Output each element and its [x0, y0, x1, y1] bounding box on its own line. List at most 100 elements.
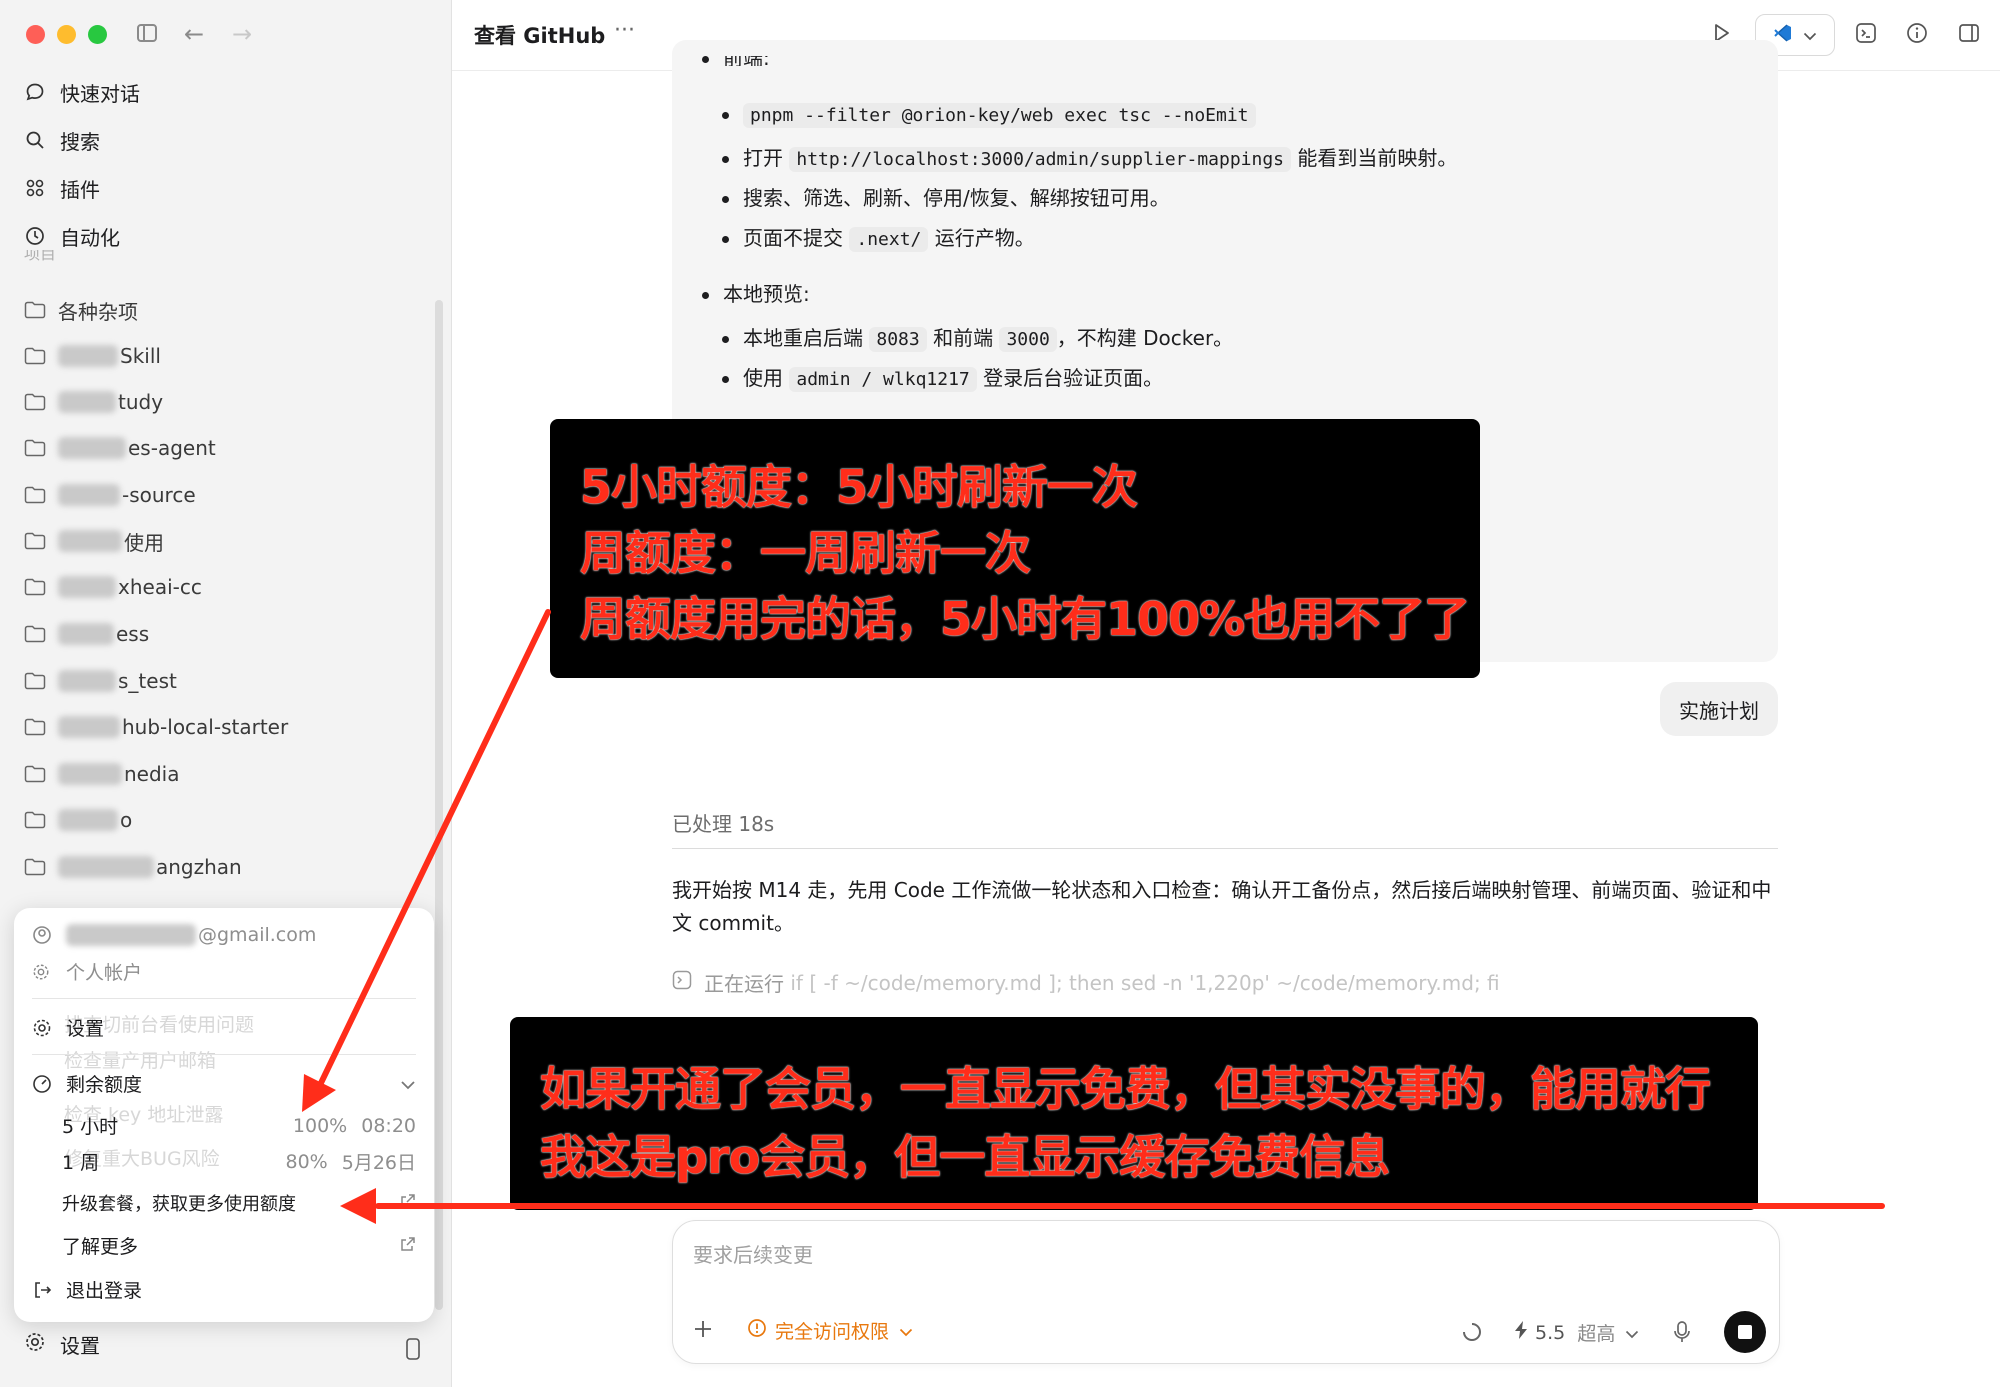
stop-icon — [1738, 1325, 1752, 1339]
stop-button[interactable] — [1724, 1311, 1766, 1353]
project-item[interactable]: xheai-cc — [24, 568, 202, 606]
folder-icon — [24, 625, 46, 643]
nav-label: 插件 — [60, 177, 100, 202]
lightning-icon — [1513, 1320, 1529, 1345]
redacted-text — [58, 809, 118, 831]
menu-settings[interactable]: 设置 — [32, 1014, 416, 1041]
folder-icon — [24, 578, 46, 596]
learn-more-row[interactable]: 了解更多 — [62, 1232, 416, 1259]
prompt-input[interactable]: 要求后续变更 — [693, 1239, 813, 1268]
project-item[interactable]: ess — [24, 615, 149, 653]
quota-reset: 5月26日 — [341, 1152, 416, 1174]
project-item[interactable]: tudy — [24, 383, 163, 421]
quota-label: 1 周 — [62, 1152, 100, 1174]
quota-percent: 80% — [285, 1150, 328, 1173]
list-item: 使用 admin / wlkq1217 登录后台验证页面。 — [722, 362, 1163, 392]
remaining-quota-toggle[interactable]: 剩余额度 — [32, 1070, 416, 1097]
project-item[interactable]: s_test — [24, 662, 177, 700]
menu-settings-label: 设置 — [66, 1018, 105, 1040]
remaining-quota-label: 剩余额度 — [66, 1074, 143, 1096]
chevron-down-icon — [400, 1073, 416, 1095]
list-item: 打开 http://localhost:3000/admin/supplier-… — [722, 142, 1457, 172]
zoom-window-button[interactable] — [88, 25, 107, 44]
redacted-text — [58, 484, 120, 506]
model-selector[interactable]: 5.5 超高 — [1513, 1319, 1639, 1346]
learn-more-label: 了解更多 — [62, 1236, 139, 1258]
sidebar-toggle-icon[interactable] — [136, 22, 158, 48]
folder-icon — [24, 672, 46, 690]
project-name: nedia — [124, 762, 180, 786]
project-item[interactable]: hub-local-starter — [24, 708, 288, 746]
sidebar-scrollbar[interactable] — [435, 300, 443, 1310]
project-name: xheai-cc — [118, 575, 202, 599]
upgrade-label: 升级套餐，获取更多使用额度 — [62, 1194, 296, 1215]
terminal-icon[interactable] — [1855, 22, 1877, 48]
gear-icon — [32, 963, 54, 981]
upgrade-plan-row[interactable]: 升级套餐，获取更多使用额度 — [62, 1190, 416, 1216]
project-item[interactable]: o — [24, 801, 132, 839]
list-item: 本地重启后端 8083 和前端 3000 ，不构建 Docker。 — [722, 322, 1233, 352]
project-name: angzhan — [156, 855, 242, 879]
settings-label: 设置 — [60, 1334, 100, 1358]
project-item[interactable]: nedia — [24, 755, 180, 793]
close-window-button[interactable] — [26, 25, 45, 44]
nav-quick-chat[interactable]: 快速对话 — [24, 72, 140, 112]
annotation-text: 我这是pro会员，但一直显示缓存免费信息 — [540, 1130, 1390, 1184]
processed-status[interactable]: 已处理 18s — [672, 808, 774, 837]
sidebar-settings[interactable]: 设置 — [24, 1330, 100, 1359]
personal-account-row[interactable]: 个人帐户 — [32, 958, 416, 985]
project-name: s_test — [118, 669, 177, 693]
info-icon[interactable] — [1906, 22, 1928, 48]
project-item[interactable]: -source — [24, 476, 196, 514]
annotation-text: 如果开通了会员，一直显示免费，但其实没事的，能用就行 — [540, 1062, 1711, 1116]
running-label: 正在运行 — [704, 972, 784, 996]
project-item[interactable]: Skill — [24, 337, 161, 375]
mobile-icon[interactable] — [405, 1338, 421, 1364]
project-item[interactable]: 使用 — [24, 522, 164, 560]
list-item: 页面不提交 .next/ 运行产物。 — [722, 222, 1035, 252]
minimize-window-button[interactable] — [57, 25, 76, 44]
plugins-icon — [24, 177, 46, 199]
access-level-dropdown[interactable]: 完全访问权限 — [747, 1317, 913, 1344]
chat-bubble-icon — [24, 81, 46, 103]
implement-plan-button[interactable]: 实施计划 — [1660, 682, 1778, 736]
assistant-message: 我开始按 M14 走，先用 Code 工作流做一轮状态和入口检查：确认开工备份点… — [672, 878, 1772, 935]
project-item[interactable]: es-agent — [24, 429, 216, 467]
annotation-text: 周额度：一周刷新一次 — [580, 526, 1031, 580]
folder-icon — [24, 301, 46, 319]
microphone-icon[interactable] — [1673, 1320, 1691, 1344]
plus-icon — [695, 1321, 711, 1337]
folder-icon — [24, 347, 46, 365]
logout-row[interactable]: 退出登录 — [32, 1276, 416, 1303]
folder-icon — [24, 765, 46, 783]
right-panel-icon[interactable] — [1958, 22, 1980, 48]
divider — [672, 848, 1778, 849]
ghost-thread: 检查量产用户邮箱 — [64, 1050, 217, 1072]
menu-divider — [32, 1054, 416, 1055]
quota-reset: 08:20 — [361, 1114, 416, 1137]
quota-label: 5 小时 — [62, 1116, 119, 1138]
back-arrow-icon[interactable]: ← — [184, 22, 204, 46]
chevron-down-icon — [899, 1320, 913, 1342]
section-label-projects: 项目 — [24, 250, 57, 263]
external-link-icon — [400, 1235, 416, 1257]
composer: 要求后续变更 完全访问权限 5.5 超高 — [672, 1220, 1780, 1364]
project-item[interactable]: 各种杂项 — [24, 291, 138, 329]
annotation-text: 5小时额度：5小时刷新一次 — [580, 460, 1138, 514]
project-item[interactable]: angzhan — [24, 848, 242, 886]
folder-icon — [24, 858, 46, 876]
add-attachment-button[interactable] — [691, 1317, 715, 1341]
more-options-icon[interactable]: ··· — [614, 18, 635, 43]
project-name: ess — [116, 622, 150, 646]
forward-arrow-icon[interactable]: → — [232, 22, 252, 46]
nav-plugins[interactable]: 插件 — [24, 168, 100, 208]
project-name: es-agent — [128, 436, 216, 460]
folder-icon — [24, 439, 46, 457]
nav-search[interactable]: 搜索 — [24, 120, 100, 160]
gear-icon — [24, 1331, 46, 1358]
menu-divider — [32, 998, 416, 999]
search-icon — [24, 129, 46, 151]
running-command[interactable]: 正在运行 if [ -f ~/code/memory.md ]; then se… — [672, 968, 1500, 997]
page-title: 查看 GitHub — [474, 24, 606, 48]
annotation-text: 周额度用完的话，5小时有100%也用不了了 — [580, 592, 1470, 646]
